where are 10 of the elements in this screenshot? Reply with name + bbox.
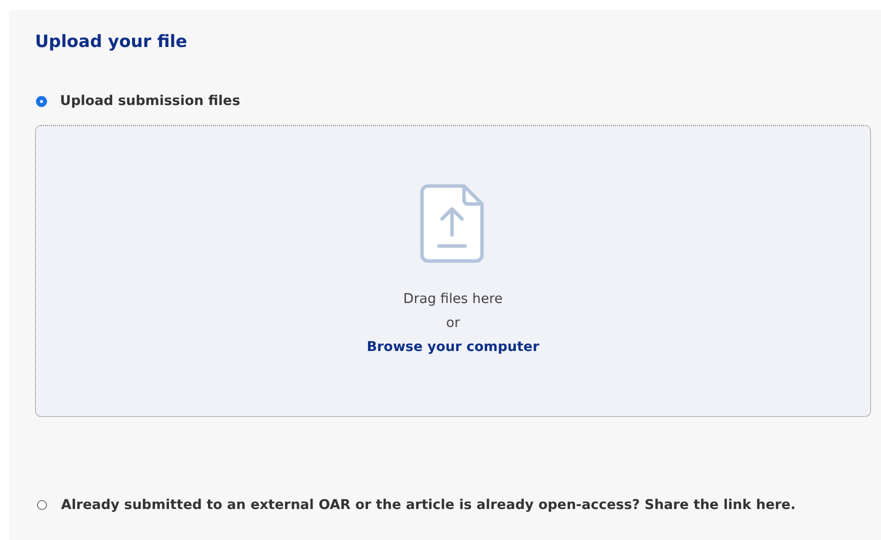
- option-label: Upload submission files: [60, 93, 240, 109]
- browse-link[interactable]: Browse your computer: [366, 335, 540, 360]
- option-label: Already submitted to an external OAR or the article is already open-access? Share the link here.: [61, 497, 796, 513]
- radio-button[interactable]: [37, 500, 47, 510]
- radio-button[interactable]: [37, 96, 46, 106]
- section-title: Upload your file: [35, 31, 188, 53]
- drop-hint: Drag files here: [403, 290, 503, 309]
- drop-zone[interactable]: Drag files here or Browse your computer: [35, 125, 871, 417]
- separator-text: or: [446, 314, 460, 333]
- file-upload-icon: [420, 183, 486, 265]
